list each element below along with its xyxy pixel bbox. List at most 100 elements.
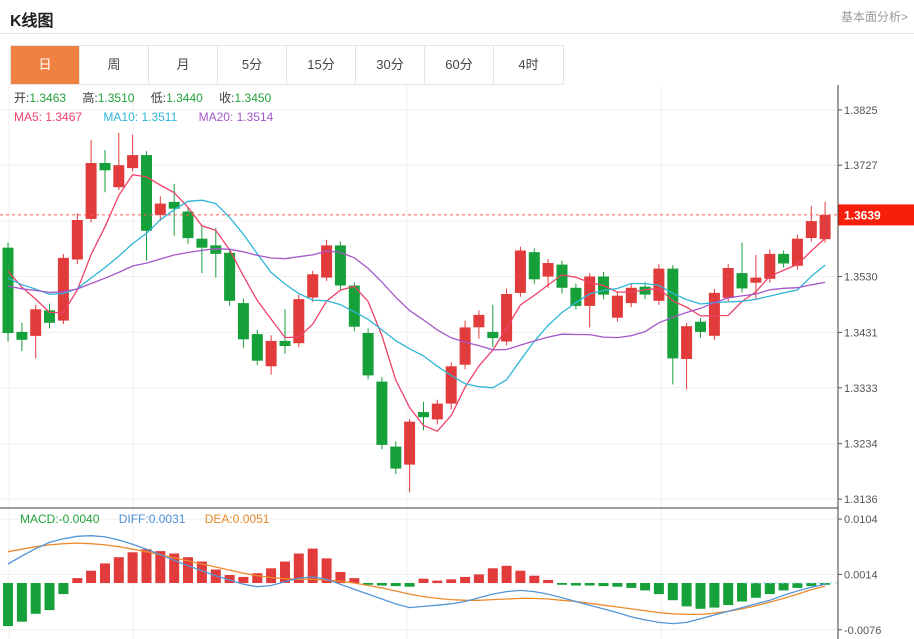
macd-bar bbox=[31, 583, 41, 614]
candle bbox=[778, 251, 789, 268]
candle bbox=[238, 299, 249, 348]
candle bbox=[695, 318, 706, 337]
axis-tick-label: 0.0104 bbox=[844, 514, 878, 526]
candle bbox=[376, 377, 387, 449]
candle bbox=[404, 419, 415, 492]
macd-bar bbox=[17, 583, 27, 622]
candle bbox=[58, 254, 69, 324]
macd-bar bbox=[488, 568, 498, 583]
candle bbox=[100, 150, 111, 192]
macd-bar bbox=[419, 579, 429, 583]
candle bbox=[820, 202, 831, 243]
candle bbox=[460, 321, 471, 370]
diff-value: 0.0031 bbox=[149, 512, 186, 526]
tab-30分[interactable]: 30分 bbox=[356, 46, 425, 84]
ma-line-ma5 bbox=[8, 175, 825, 432]
ohlc-readout: 开:1.3463 高:1.3510 低:1.3440 收:1.3450 bbox=[14, 91, 284, 105]
axis-labels: 1.38251.37271.36281.35301.34311.33331.32… bbox=[838, 105, 881, 637]
macd-bar bbox=[682, 583, 692, 606]
macd-bar bbox=[515, 571, 525, 583]
axis-tick-label: 1.3727 bbox=[844, 160, 878, 172]
high-value: 1.3510 bbox=[98, 91, 135, 105]
current-price-value: 1.3639 bbox=[844, 208, 881, 222]
macd-bar bbox=[640, 583, 650, 590]
candle bbox=[501, 288, 512, 345]
ma-readout: MA5: 1.3467 MA10: 1.3511 MA20: 1.3514 bbox=[14, 110, 273, 124]
candle bbox=[335, 242, 346, 291]
period-tab-bar: 日周月5分15分30分60分4时 bbox=[10, 45, 564, 85]
candle bbox=[266, 335, 277, 375]
tab-60分[interactable]: 60分 bbox=[425, 46, 494, 84]
open-value: 1.3463 bbox=[29, 91, 66, 105]
macd-bar bbox=[72, 578, 82, 583]
axis-tick-label: 1.3234 bbox=[844, 439, 878, 451]
gridlines bbox=[0, 85, 838, 639]
candle bbox=[473, 310, 484, 338]
macd-bar bbox=[405, 583, 415, 587]
macd-bar bbox=[779, 583, 789, 590]
axis-tick-label: 1.3136 bbox=[844, 494, 878, 506]
candle bbox=[141, 151, 152, 261]
macd-bar bbox=[128, 552, 138, 583]
candle bbox=[764, 249, 775, 282]
tab-4时[interactable]: 4时 bbox=[494, 46, 563, 84]
candle bbox=[529, 248, 540, 284]
ma10-value: 1.3511 bbox=[141, 110, 177, 124]
candle bbox=[723, 264, 734, 302]
ma-line-ma10 bbox=[8, 200, 825, 388]
candle bbox=[626, 284, 637, 307]
candle bbox=[127, 135, 138, 172]
macd-bar bbox=[751, 583, 761, 598]
candle bbox=[390, 442, 401, 475]
tab-周[interactable]: 周 bbox=[80, 46, 149, 84]
open-label: 开: bbox=[14, 91, 29, 105]
macd-bar bbox=[474, 574, 484, 583]
macd-bar bbox=[585, 583, 595, 586]
macd-bar bbox=[599, 583, 609, 586]
low-label: 低: bbox=[151, 91, 166, 105]
ma-line-ma20 bbox=[8, 249, 825, 350]
candle bbox=[612, 292, 623, 321]
candlestick-series bbox=[3, 133, 831, 492]
ma20-label: MA20: bbox=[199, 110, 234, 124]
candle bbox=[196, 225, 207, 273]
candle bbox=[293, 295, 304, 348]
close-label: 收: bbox=[219, 91, 234, 105]
candle bbox=[446, 362, 457, 409]
macd-bar bbox=[460, 577, 470, 583]
candle bbox=[72, 213, 83, 264]
axis-tick-label: 0.0014 bbox=[844, 569, 878, 581]
candle bbox=[681, 323, 692, 390]
macd-bar bbox=[432, 581, 442, 584]
macd-bar bbox=[238, 577, 248, 583]
current-price-tag: 1.3639 bbox=[839, 204, 914, 225]
low-value: 1.3440 bbox=[166, 91, 203, 105]
macd-bar bbox=[58, 583, 68, 594]
macd-bar bbox=[114, 557, 124, 583]
axis-tick-label: -0.0076 bbox=[844, 625, 881, 637]
candle bbox=[113, 133, 124, 190]
candle bbox=[806, 206, 817, 242]
macd-bar bbox=[529, 576, 539, 583]
macd-bar bbox=[709, 583, 719, 608]
axis-tick-label: 1.3333 bbox=[844, 383, 878, 395]
close-value: 1.3450 bbox=[235, 91, 272, 105]
candle bbox=[30, 305, 41, 359]
candle bbox=[86, 140, 97, 223]
ma20-value: 1.3514 bbox=[237, 110, 274, 124]
tab-5分[interactable]: 5分 bbox=[218, 46, 287, 84]
candle bbox=[363, 329, 374, 380]
macd-bar bbox=[626, 583, 636, 588]
tab-日[interactable]: 日 bbox=[11, 46, 80, 84]
high-label: 高: bbox=[82, 91, 97, 105]
ma10-label: MA10: bbox=[103, 110, 138, 124]
macd-bar bbox=[723, 583, 733, 605]
tab-15分[interactable]: 15分 bbox=[287, 46, 356, 84]
kline-page: { "header": { "title": "K线图", "more_link… bbox=[0, 0, 914, 639]
tab-月[interactable]: 月 bbox=[149, 46, 218, 84]
candle bbox=[307, 271, 318, 302]
macd-bar bbox=[792, 583, 802, 588]
candle bbox=[3, 243, 14, 342]
macd-bar bbox=[446, 579, 456, 583]
macd-bar bbox=[668, 583, 678, 600]
